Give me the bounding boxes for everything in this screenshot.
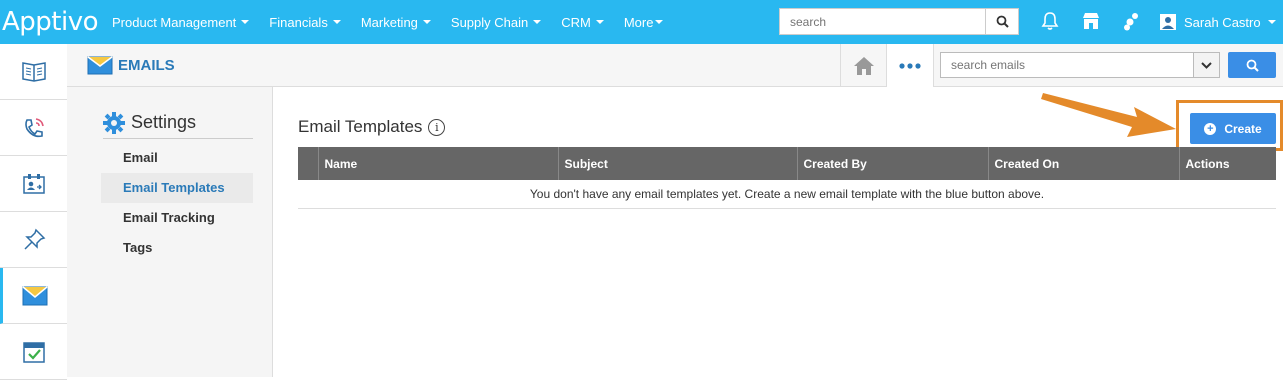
settings-nav: Email Email Templates Email Tracking Tag… <box>101 143 253 263</box>
rail-item-calls[interactable] <box>0 100 67 156</box>
highlight-arrow-icon <box>1041 93 1176 137</box>
user-name: Sarah Castro <box>1184 14 1261 30</box>
table-empty-row: You don't have any email templates yet. … <box>298 180 1276 209</box>
create-button-label: Create <box>1224 121 1262 136</box>
rail-item-emails[interactable] <box>0 268 67 324</box>
app-title[interactable]: EMAILS <box>87 56 175 75</box>
menu-label: More <box>623 14 654 30</box>
page-title-text: Email Templates <box>298 117 423 136</box>
global-search-button[interactable] <box>985 9 1018 34</box>
page-title: Email Templates i <box>298 117 446 137</box>
app-title-label: EMAILS <box>118 57 175 74</box>
menu-label: Marketing <box>360 14 418 30</box>
select-column-header <box>298 147 318 180</box>
caret-down-icon <box>422 20 431 24</box>
home-icon <box>853 56 874 75</box>
bell-icon <box>1041 12 1059 30</box>
phone-icon <box>24 117 44 137</box>
apps-icon <box>1124 13 1138 31</box>
pin-icon <box>23 228 45 250</box>
empty-message: You don't have any email templates yet. … <box>298 180 1276 209</box>
settings-title: Settings <box>131 112 197 132</box>
chevron-down-icon <box>1201 61 1212 69</box>
settings-panel: Settings Email Email Templates Email Tra… <box>67 87 273 377</box>
rail-item-book[interactable] <box>0 44 67 100</box>
settings-link-email-templates[interactable]: Email Templates <box>101 173 253 203</box>
rail-item-pin[interactable] <box>0 212 67 268</box>
caret-down-icon <box>533 20 542 24</box>
table-header-row: Name Subject Created By Created On Actio… <box>298 147 1276 180</box>
column-header-name[interactable]: Name <box>317 147 558 180</box>
menu-label: Financials <box>269 14 328 30</box>
email-icon <box>87 56 113 75</box>
plus-circle-icon: + <box>1204 122 1217 135</box>
column-header-created-on[interactable]: Created On <box>987 147 1179 180</box>
menu-label: CRM <box>561 14 591 30</box>
app-subheader: EMAILS <box>67 44 1283 87</box>
main-content: Email Templates i + Create Name Subject … <box>273 87 1283 377</box>
more-options-button[interactable] <box>886 44 934 87</box>
gear-icon <box>103 111 125 134</box>
create-highlight-box: + Create <box>1176 100 1283 151</box>
caret-down-icon <box>332 20 341 24</box>
menu-marketing[interactable]: Marketing <box>361 15 431 30</box>
main-menu: Product Management Financials Marketing … <box>112 0 683 44</box>
notifications-button[interactable] <box>1039 10 1061 32</box>
email-search <box>940 52 1220 78</box>
email-templates-table: Name Subject Created By Created On Actio… <box>298 147 1276 209</box>
email-icon <box>22 285 48 305</box>
home-button[interactable] <box>840 44 886 87</box>
global-search <box>779 8 1019 35</box>
create-button[interactable]: + Create <box>1190 113 1276 144</box>
settings-link-tags[interactable]: Tags <box>101 233 253 263</box>
menu-supply-chain[interactable]: Supply Chain <box>450 14 542 30</box>
global-search-input[interactable] <box>780 9 985 34</box>
menu-product-management[interactable]: Product Management <box>112 14 250 30</box>
menu-crm[interactable]: CRM <box>561 15 604 30</box>
book-icon <box>21 61 46 82</box>
brand-logo[interactable]: Apptivo <box>2 7 99 37</box>
calendar-check-icon <box>22 341 45 363</box>
menu-label: Product Management <box>112 14 237 30</box>
menu-financials[interactable]: Financials <box>269 15 341 30</box>
rail-item-contacts[interactable] <box>0 156 67 212</box>
store-icon <box>1083 13 1099 29</box>
search-icon <box>1246 59 1259 72</box>
column-header-subject[interactable]: Subject <box>557 147 797 180</box>
search-icon <box>996 15 1009 28</box>
app-store-button[interactable] <box>1080 10 1102 32</box>
menu-more[interactable]: More <box>624 15 664 30</box>
rail-item-tasks[interactable] <box>0 324 67 380</box>
user-menu[interactable]: Sarah Castro <box>1160 0 1276 44</box>
contact-card-icon <box>22 173 45 194</box>
more-dots-icon <box>899 62 921 69</box>
column-header-actions: Actions <box>1178 147 1276 180</box>
caret-down-icon <box>595 20 604 24</box>
caret-down-icon <box>1267 20 1276 24</box>
column-header-created-by[interactable]: Created By <box>796 147 988 180</box>
email-search-button[interactable] <box>1228 52 1276 78</box>
settings-heading: Settings <box>103 107 253 139</box>
search-filter-dropdown[interactable] <box>1193 53 1219 77</box>
caret-down-icon <box>655 20 664 24</box>
settings-link-email-tracking[interactable]: Email Tracking <box>101 203 253 233</box>
app-rail <box>0 44 67 380</box>
menu-label: Supply Chain <box>450 14 529 30</box>
apps-button[interactable] <box>1120 10 1142 32</box>
caret-down-icon <box>241 20 250 24</box>
avatar-icon <box>1160 14 1176 30</box>
settings-link-email[interactable]: Email <box>101 143 253 173</box>
top-nav-bar: Apptivo Product Management Financials Ma… <box>0 0 1283 44</box>
email-search-input[interactable] <box>941 53 1193 77</box>
info-icon[interactable]: i <box>428 118 446 136</box>
